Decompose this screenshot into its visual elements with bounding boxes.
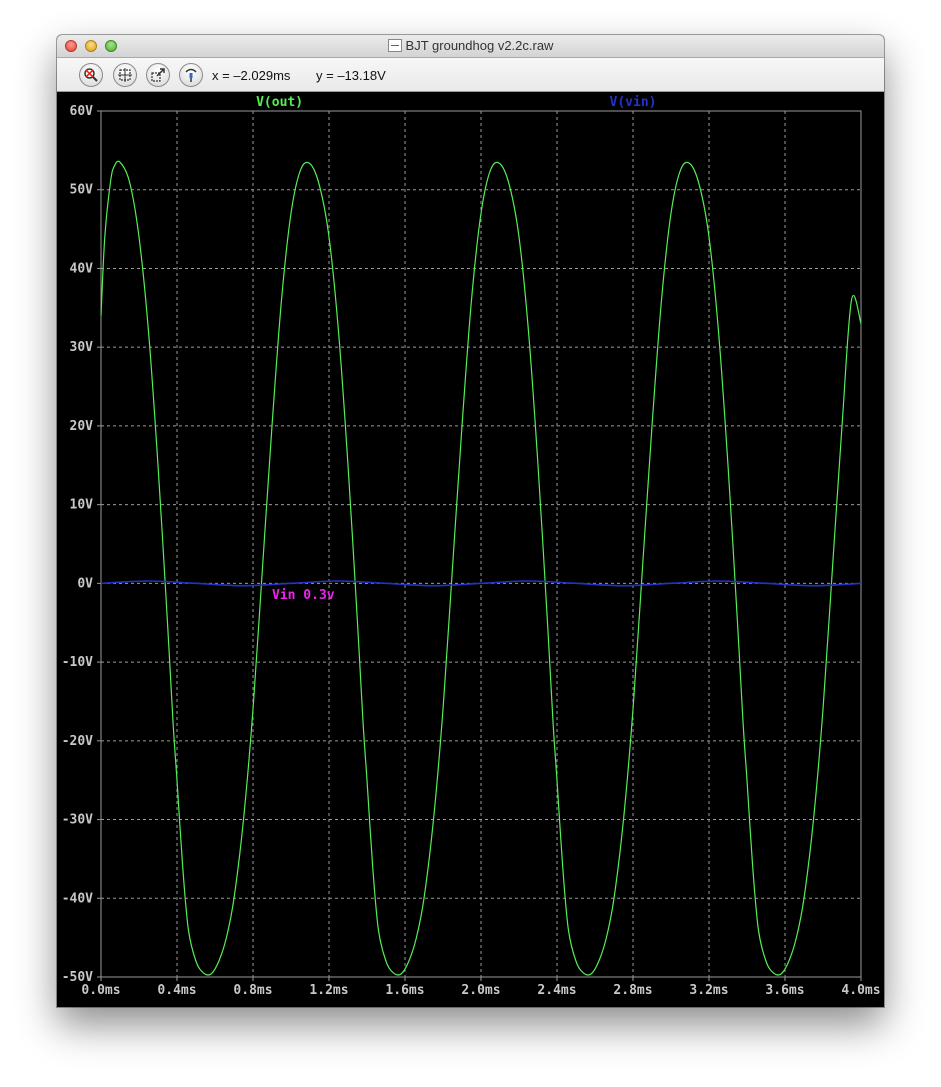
y-tick-label: -40V: [62, 891, 93, 906]
y-tick-label: -10V: [62, 655, 93, 670]
x-tick-label: 2.0ms: [461, 983, 500, 998]
x-tick-label: 2.4ms: [537, 983, 576, 998]
y-tick-label: 0V: [77, 576, 93, 591]
probe-button[interactable]: [179, 63, 203, 87]
zoom-area-button[interactable]: [146, 63, 170, 87]
y-tick-label: 20V: [70, 419, 94, 434]
x-tick-label: 2.8ms: [613, 983, 652, 998]
x-tick-label: 0.8ms: [233, 983, 272, 998]
document-icon: [387, 39, 402, 52]
zoom-out-icon: [84, 68, 98, 82]
x-tick-label: 4.0ms: [841, 983, 880, 998]
annotation-layer: Vin 0.3v: [272, 588, 335, 603]
y-tick-label: -20V: [62, 734, 93, 749]
plot-area[interactable]: 60V 50V 40V 30V 20V 10V 0V -10V -20V -30V -40V -50V…: [57, 92, 884, 1007]
zoom-out-button[interactable]: [79, 63, 103, 87]
title-bar[interactable]: BJT groundhog v2.2c.raw: [57, 35, 884, 58]
zoom-fit-icon: [118, 68, 132, 82]
y-tick-label: -30V: [62, 813, 93, 828]
x-tick-label: 0.0ms: [81, 983, 120, 998]
annotation-label: Vin 0.3v: [272, 588, 335, 603]
window-title-group: BJT groundhog v2.2c.raw: [57, 38, 884, 53]
zoom-fit-button[interactable]: [113, 63, 137, 87]
zoom-area-icon: [151, 68, 165, 82]
toolbar: x = –2.029ms y = –13.18V: [57, 58, 884, 92]
y-tick-label: 30V: [70, 340, 94, 355]
legend-entry[interactable]: V(vin): [610, 95, 657, 110]
plot-background: [57, 92, 884, 1007]
y-tick-label: 40V: [70, 261, 94, 276]
cursor-y-readout: y = –13.18V: [316, 68, 386, 83]
y-tick-label: 60V: [70, 104, 94, 119]
x-tick-label: 3.6ms: [765, 983, 804, 998]
y-tick-label: 50V: [70, 183, 94, 198]
x-tick-label: 1.2ms: [309, 983, 348, 998]
window-title: BJT groundhog v2.2c.raw: [405, 38, 554, 53]
x-tick-label: 3.2ms: [689, 983, 728, 998]
waveform-window: BJT groundhog v2.2c.raw x = –2.029ms y =…: [57, 35, 884, 1007]
y-tick-label: 10V: [70, 498, 94, 513]
x-tick-label: 1.6ms: [385, 983, 424, 998]
probe-icon: [185, 68, 197, 82]
waveform-chart[interactable]: 60V50V40V30V20V10V0V-10V-20V-30V-40V-50V…: [57, 92, 884, 1007]
cursor-x-readout: x = –2.029ms: [212, 68, 291, 83]
legend-entry[interactable]: V(out): [256, 95, 303, 110]
x-tick-label: 0.4ms: [157, 983, 196, 998]
